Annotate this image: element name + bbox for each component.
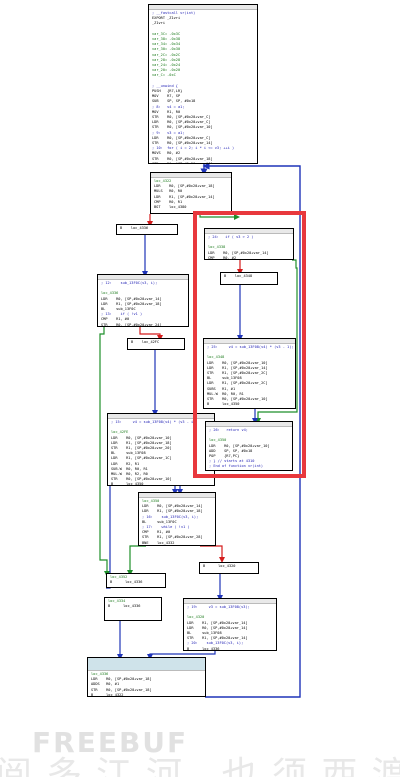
block-sub-inner[interactable]: ; 12: sub_13F0C(v3, i); loc_4336 LDR R0, … (97, 274, 189, 327)
code-line: BNE loc_4332 (142, 540, 175, 545)
code-line: B loc_4336 (110, 580, 143, 585)
code-line: B loc_42FC (131, 340, 160, 344)
watermark-caption: 阅多江河 也须西渡 (0, 755, 400, 777)
ida-graph-view[interactable]: ; __fastcall vr(int) EXPORT _Z1vri _Z1vri … (0, 0, 400, 777)
watermark: FREEBUF 阅多江河 也须西渡 (0, 690, 400, 777)
code-b-4336: B loc_4336 (117, 225, 177, 232)
code-b-4334: loc_4334 B loc_4336 (105, 598, 161, 610)
edge-sub-true (99, 327, 110, 577)
code-line: STR R1, [SP,#0x20+var_28] (142, 535, 203, 540)
code-line: B loc_4336 (187, 646, 220, 651)
code-loop-head: loc_4322 LDR R0, [SP,#0x20+var_18] MULS R0… (151, 178, 231, 211)
edge-tail-true (127, 545, 146, 576)
code-b-42fc: B loc_42FC (128, 339, 184, 346)
block-entry[interactable]: ; __fastcall vr(int) EXPORT _Z1vri _Z1vri … (148, 4, 258, 164)
code-b-4352: loc_4352 B loc_4336 (107, 574, 165, 586)
block-b-4320[interactable]: B loc_4320 (199, 562, 259, 574)
block-loop-head[interactable]: loc_4322 LDR R0, [SP,#0x20+var_18] MULS R0… (150, 172, 232, 214)
code-loop-tail: loc_4350 LDR R0, [SP,#0x20+var_14] LDR R1,… (139, 498, 215, 545)
code-sub-inner: ; 12: sub_13F0C(v3, i); loc_4336 LDR R0, … (98, 280, 188, 327)
block-calc-b[interactable]: ; 19: v3 = sub_13F08(v3); loc_4320 LDR R1… (183, 598, 277, 651)
block-b-4352[interactable]: loc_4352 B loc_4336 (106, 573, 166, 588)
code-line: B loc_4336 (120, 226, 149, 230)
code-line: B loc_4320 (203, 564, 236, 568)
block-loop-tail[interactable]: loc_4350 LDR R0, [SP,#0x20+var_14] LDR R1,… (138, 492, 216, 546)
code-calc-b: ; 19: v3 = sub_13F08(v3); loc_4320 LDR R1… (184, 604, 276, 651)
code-line: LDR R1, [SP,#0x20+var_18] (142, 509, 203, 514)
code-line: B loc_4350 (111, 482, 144, 486)
code-line: B loc_4336 (108, 604, 141, 609)
block-b-4334[interactable]: loc_4334 B loc_4336 (104, 597, 162, 621)
code-line: STR R0, [SP,#0x20+var_24] (101, 322, 162, 327)
edge-tail-false (200, 545, 225, 563)
highlight-box (193, 211, 306, 478)
edge-sub-false (139, 327, 163, 341)
block-b-42fc[interactable]: B loc_42FC (127, 338, 185, 350)
block-b-4336[interactable]: B loc_4336 (116, 224, 178, 235)
code-line: BGT loc_4380 (154, 205, 187, 210)
code-entry: ; __fastcall vr(int) EXPORT _Z1vri _Z1vri … (149, 10, 257, 164)
code-line: STR R1, [SP,#0x20+var_1C] (152, 161, 213, 164)
code-b-4320: B loc_4320 (200, 563, 258, 570)
